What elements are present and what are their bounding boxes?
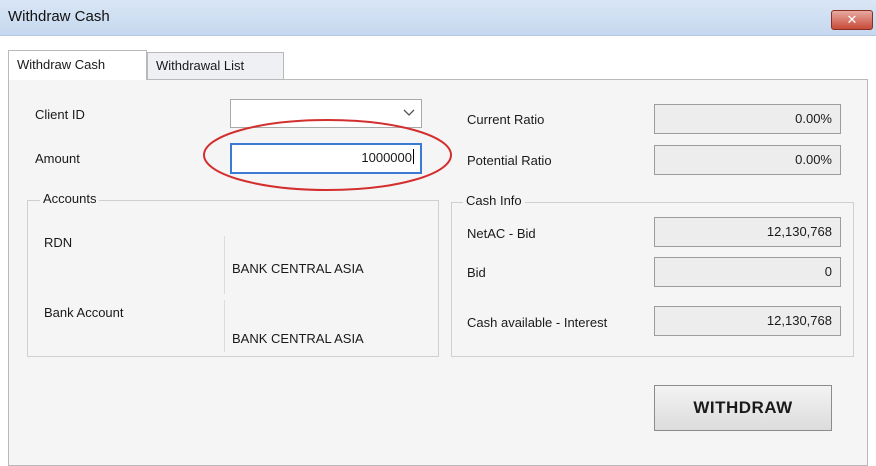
withdraw-cash-window: Withdraw Cash ✕ Withdraw Cash Withdrawal… <box>0 0 876 466</box>
rdn-bank-value: BANK CENTRAL ASIA <box>232 261 364 276</box>
amount-label: Amount <box>35 151 80 166</box>
bank-account-divider <box>224 300 225 352</box>
bid-field: 0 <box>654 257 841 287</box>
client-id-label: Client ID <box>35 107 85 122</box>
tab-withdrawal-list[interactable]: Withdrawal List <box>147 52 284 79</box>
current-ratio-label: Current Ratio <box>467 112 545 127</box>
rdn-label: RDN <box>44 235 73 250</box>
close-button[interactable]: ✕ <box>831 10 873 30</box>
withdraw-button[interactable]: WITHDRAW <box>654 385 832 431</box>
accounts-group-title: Accounts <box>40 191 100 206</box>
potential-ratio-label: Potential Ratio <box>467 153 552 168</box>
client-id-select[interactable] <box>230 99 422 128</box>
tab-label: Withdraw Cash <box>17 57 106 72</box>
netac-bid-label: NetAC - Bid <box>467 226 536 241</box>
netac-bid-field: 12,130,768 <box>654 217 841 247</box>
window-title: Withdraw Cash <box>8 8 110 25</box>
cash-info-group-title: Cash Info <box>463 193 525 208</box>
cash-available-label: Cash available - Interest <box>467 315 608 330</box>
chevron-down-icon[interactable] <box>403 106 415 118</box>
potential-ratio-field: 0.00% <box>654 145 841 175</box>
bank-account-bank-value: BANK CENTRAL ASIA <box>232 331 364 346</box>
amount-value: 1000000 <box>361 150 412 165</box>
tab-label: Withdrawal List <box>156 58 245 73</box>
tab-withdraw-cash[interactable]: Withdraw Cash <box>8 50 147 80</box>
bank-account-label: Bank Account <box>44 305 124 320</box>
cash-available-field: 12,130,768 <box>654 306 841 336</box>
title-bar: Withdraw Cash ✕ <box>0 0 876 36</box>
current-ratio-field: 0.00% <box>654 104 841 134</box>
text-cursor <box>413 149 414 164</box>
rdn-divider <box>224 236 225 294</box>
bid-label: Bid <box>467 265 486 280</box>
close-icon: ✕ <box>846 12 858 27</box>
amount-input[interactable]: 1000000 <box>230 143 422 174</box>
